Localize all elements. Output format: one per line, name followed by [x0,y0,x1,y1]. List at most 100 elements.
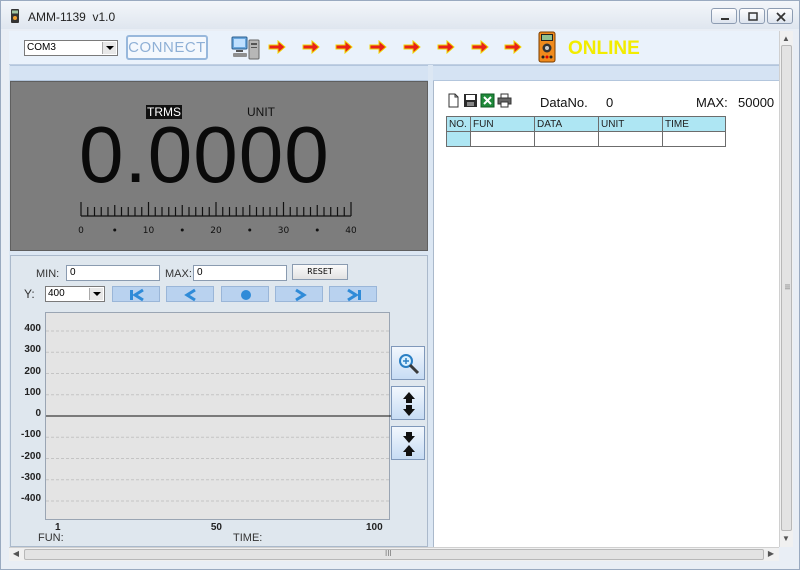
scroll-down-icon[interactable]: ▼ [780,533,792,545]
connect-button[interactable]: CONNECT [126,35,208,60]
print-icon[interactable] [497,93,512,108]
chevron-right-icon [295,288,307,302]
next-button[interactable] [275,286,323,302]
port-select[interactable]: COM3 [24,40,118,56]
first-page-button[interactable] [112,286,160,302]
table-cell [446,131,471,147]
scale-up-button[interactable] [391,386,425,420]
column-header[interactable]: FUN [470,116,535,132]
column-header[interactable]: UNIT [598,116,663,132]
scroll-grip: III [783,284,790,290]
y-tick-label: -100 [20,429,41,441]
multimeter-icon [538,31,556,63]
compress-vertical-icon [403,432,415,456]
y-tick-label: 0 [35,408,41,419]
zoom-in-icon [399,354,420,375]
min-label: MIN: [36,268,60,280]
chevron-down-icon[interactable] [102,42,116,54]
scale-label: 10 [143,226,155,236]
chevron-left-icon [184,288,196,302]
x-tick-label: 100 [366,522,383,533]
title-bar: AMM-1139 v1.0 [1,1,799,29]
close-button[interactable] [767,8,793,24]
play-button[interactable] [221,286,269,302]
expand-vertical-icon [403,392,415,416]
y-tick-label: 300 [24,344,41,356]
toolbar: COM3 CONNECT ONLINE [9,31,779,65]
datano-label: DataNo. [540,95,588,110]
horizontal-scroll-thumb[interactable]: III [24,549,764,560]
data-log-table[interactable]: NO. FUN DATA UNIT TIME [446,116,726,147]
app-window: AMM-1139 v1.0 COM3 CONNECT ONLINE TRMS U… [0,0,800,570]
y-tick-label: -400 [20,493,41,504]
zoom-button[interactable] [391,346,425,380]
datano-value: 0 [606,95,614,110]
table-cell [534,131,599,147]
save-icon[interactable] [463,93,478,108]
maximize-button[interactable] [739,8,765,24]
scale-label: 20 [210,226,222,236]
table-cell [662,131,726,147]
scroll-left-icon[interactable]: ◀ [10,548,22,560]
table-header-row: NO. FUN DATA UNIT TIME [446,116,726,132]
chevron-down-icon[interactable] [89,288,103,300]
y-tick-label: -300 [20,471,41,483]
previous-button[interactable] [166,286,214,302]
bargraph-scale: 0 10 20 30 40 [78,202,356,236]
data-flow-arrow-icon [335,40,353,54]
max-label: MAX: [165,268,192,280]
horizontal-scrollbar[interactable]: ◀ III ▶ [9,547,779,561]
port-value: COM3 [27,42,56,53]
table-row[interactable] [446,131,726,147]
data-flow-arrow-icon [268,40,286,54]
scale-dot [248,228,252,232]
computer-icon [231,36,260,60]
scroll-right-icon[interactable]: ▶ [765,548,777,560]
y-scale-select[interactable]: 400 [45,286,105,302]
window-title: AMM-1139 v1.0 [28,10,116,24]
vertical-scroll-thumb[interactable]: III [781,45,792,531]
min-value-field[interactable]: 0 [66,265,160,281]
y-scale-label: Y: [24,287,35,301]
data-flow-arrow-icon [471,40,489,54]
scroll-grip: III [385,549,392,558]
scale-dot [315,228,319,232]
scale-down-button[interactable] [391,426,425,460]
data-log-panel: DataNo. 0 MAX: 50000 NO. FUN DATA UNIT T… [433,81,779,547]
x-tick-label: 50 [210,522,222,533]
excel-export-icon[interactable] [480,93,495,108]
minimize-button[interactable] [711,8,737,24]
max-value-field[interactable]: 0 [193,265,287,281]
log-max-label: MAX: [696,95,728,110]
x-tick-label: 1 [55,522,61,533]
vertical-scrollbar[interactable]: ▲ III ▼ [779,31,793,547]
new-file-icon[interactable] [446,93,461,108]
reset-button[interactable]: RESET [292,264,348,280]
column-header[interactable]: TIME [662,116,726,132]
time-label: TIME: [233,532,263,544]
scroll-up-icon[interactable]: ▲ [780,33,792,45]
data-flow-arrow-icon [437,40,455,54]
log-max-value: 50000 [738,95,775,110]
minimize-icon [721,18,729,20]
y-tick-label: 200 [24,365,41,377]
meter-panel-header [10,65,428,81]
connection-status: ONLINE [568,38,640,59]
meter-reading: 0.0000 [79,110,330,199]
fun-label: FUN: [38,532,64,544]
skip-last-icon [347,288,361,302]
column-header[interactable]: DATA [534,116,599,132]
log-panel-header [433,65,779,81]
y-tick-label: 400 [24,323,41,334]
scale-label: 0 [78,226,84,236]
last-page-button[interactable] [329,286,377,302]
column-header[interactable]: NO. [446,116,471,132]
data-flow-arrow-icon [369,40,387,54]
scale-label: 40 [345,226,356,236]
y-scale-value: 400 [48,288,65,299]
data-flow-arrow-icon [403,40,421,54]
trend-chart[interactable] [45,312,391,520]
skip-first-icon [130,288,144,302]
data-flow-arrow-icon [504,40,522,54]
y-tick-label: -200 [20,450,41,462]
